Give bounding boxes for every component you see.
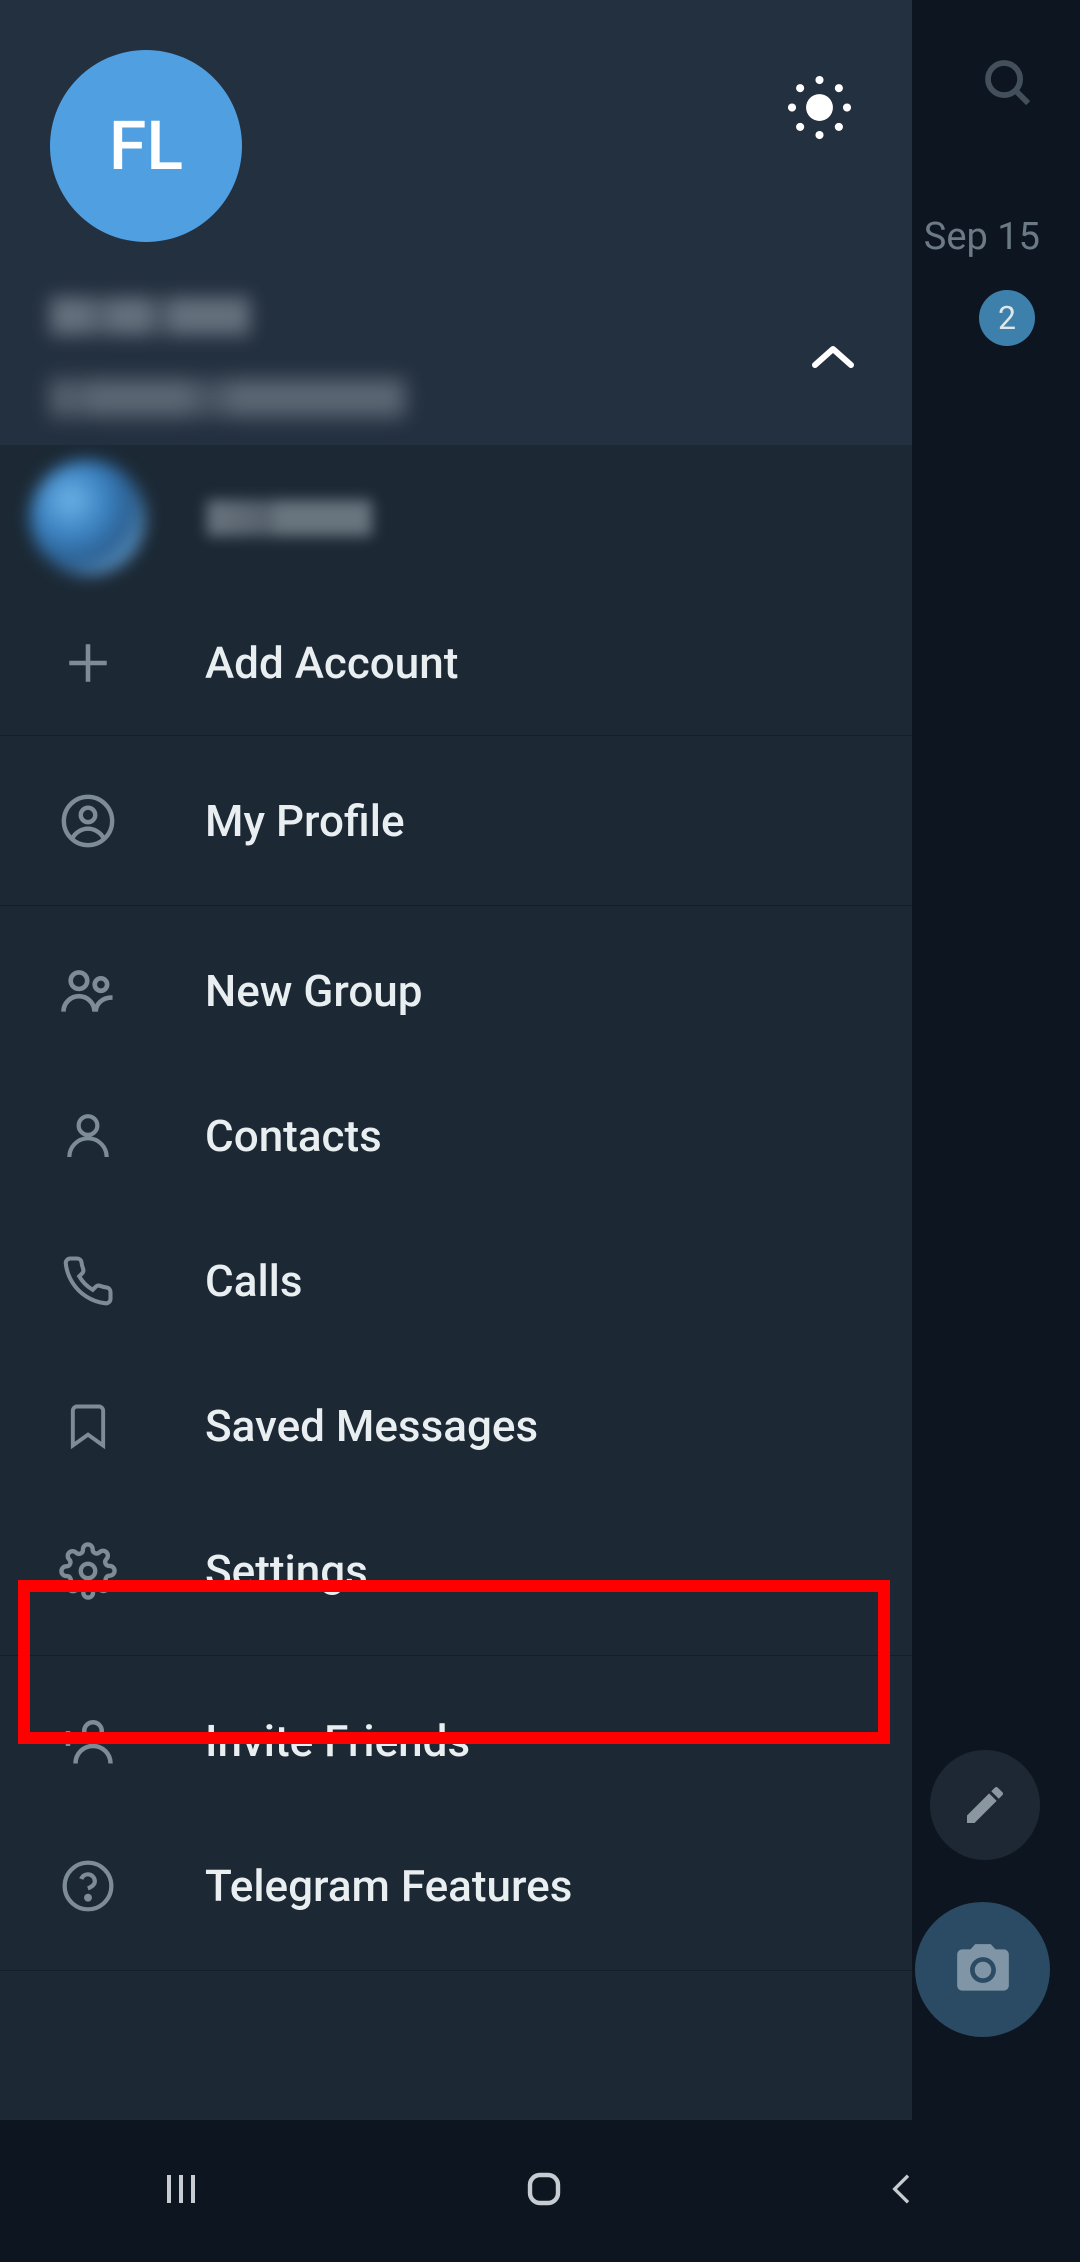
chat-date: Sep 15	[924, 215, 1040, 259]
account-avatar-redacted	[30, 460, 145, 575]
plus-icon	[40, 638, 135, 688]
theme-toggle[interactable]	[782, 70, 857, 145]
camera-fab[interactable]	[915, 1902, 1050, 2037]
drawer-header: FL	[0, 0, 912, 445]
invite-friends-button[interactable]: Invite Friends	[0, 1668, 912, 1813]
recents-button[interactable]	[157, 2165, 205, 2217]
back-button[interactable]	[883, 2169, 923, 2213]
edit-fab[interactable]	[930, 1750, 1040, 1860]
navigation-drawer: FL	[0, 0, 912, 2120]
settings-label: Settings	[205, 1545, 368, 1597]
profile-icon	[40, 792, 135, 850]
calls-button[interactable]: Calls	[0, 1208, 912, 1353]
bookmark-icon	[40, 1400, 135, 1452]
gear-icon	[40, 1542, 135, 1600]
extra-section: Invite Friends Telegram Features	[0, 1656, 912, 1971]
unread-badge: 2	[979, 290, 1035, 346]
account-entry[interactable]	[0, 445, 912, 590]
home-button[interactable]	[520, 2165, 568, 2217]
group-icon	[40, 960, 135, 1022]
saved-messages-button[interactable]: Saved Messages	[0, 1353, 912, 1498]
my-profile-button[interactable]: My Profile	[0, 748, 912, 893]
saved-messages-label: Saved Messages	[205, 1400, 538, 1452]
chevron-up-icon[interactable]	[809, 343, 857, 375]
new-group-label: New Group	[205, 965, 423, 1017]
help-icon	[40, 1858, 135, 1914]
main-menu-section: New Group Contacts Calls	[0, 906, 912, 1656]
add-person-icon	[40, 1711, 135, 1771]
telegram-features-label: Telegram Features	[205, 1860, 572, 1912]
add-account-button[interactable]: Add Account	[0, 590, 912, 735]
profile-section: My Profile	[0, 736, 912, 906]
telegram-features-button[interactable]: Telegram Features	[0, 1813, 912, 1958]
user-avatar[interactable]: FL	[50, 50, 242, 242]
settings-button[interactable]: Settings	[0, 1498, 912, 1643]
accounts-section: Add Account	[0, 445, 912, 736]
add-account-label: Add Account	[205, 637, 458, 689]
account-phone-redacted	[50, 379, 405, 417]
my-profile-label: My Profile	[205, 795, 405, 847]
account-name-redacted	[50, 297, 250, 335]
account-label-redacted	[207, 500, 372, 536]
contacts-button[interactable]: Contacts	[0, 1063, 912, 1208]
system-navigation-bar	[0, 2120, 1080, 2262]
contacts-label: Contacts	[205, 1110, 382, 1162]
person-icon	[40, 1108, 135, 1164]
invite-friends-label: Invite Friends	[205, 1715, 470, 1767]
phone-icon	[40, 1254, 135, 1308]
new-group-button[interactable]: New Group	[0, 918, 912, 1063]
calls-label: Calls	[205, 1255, 303, 1307]
search-icon[interactable]	[980, 55, 1035, 114]
